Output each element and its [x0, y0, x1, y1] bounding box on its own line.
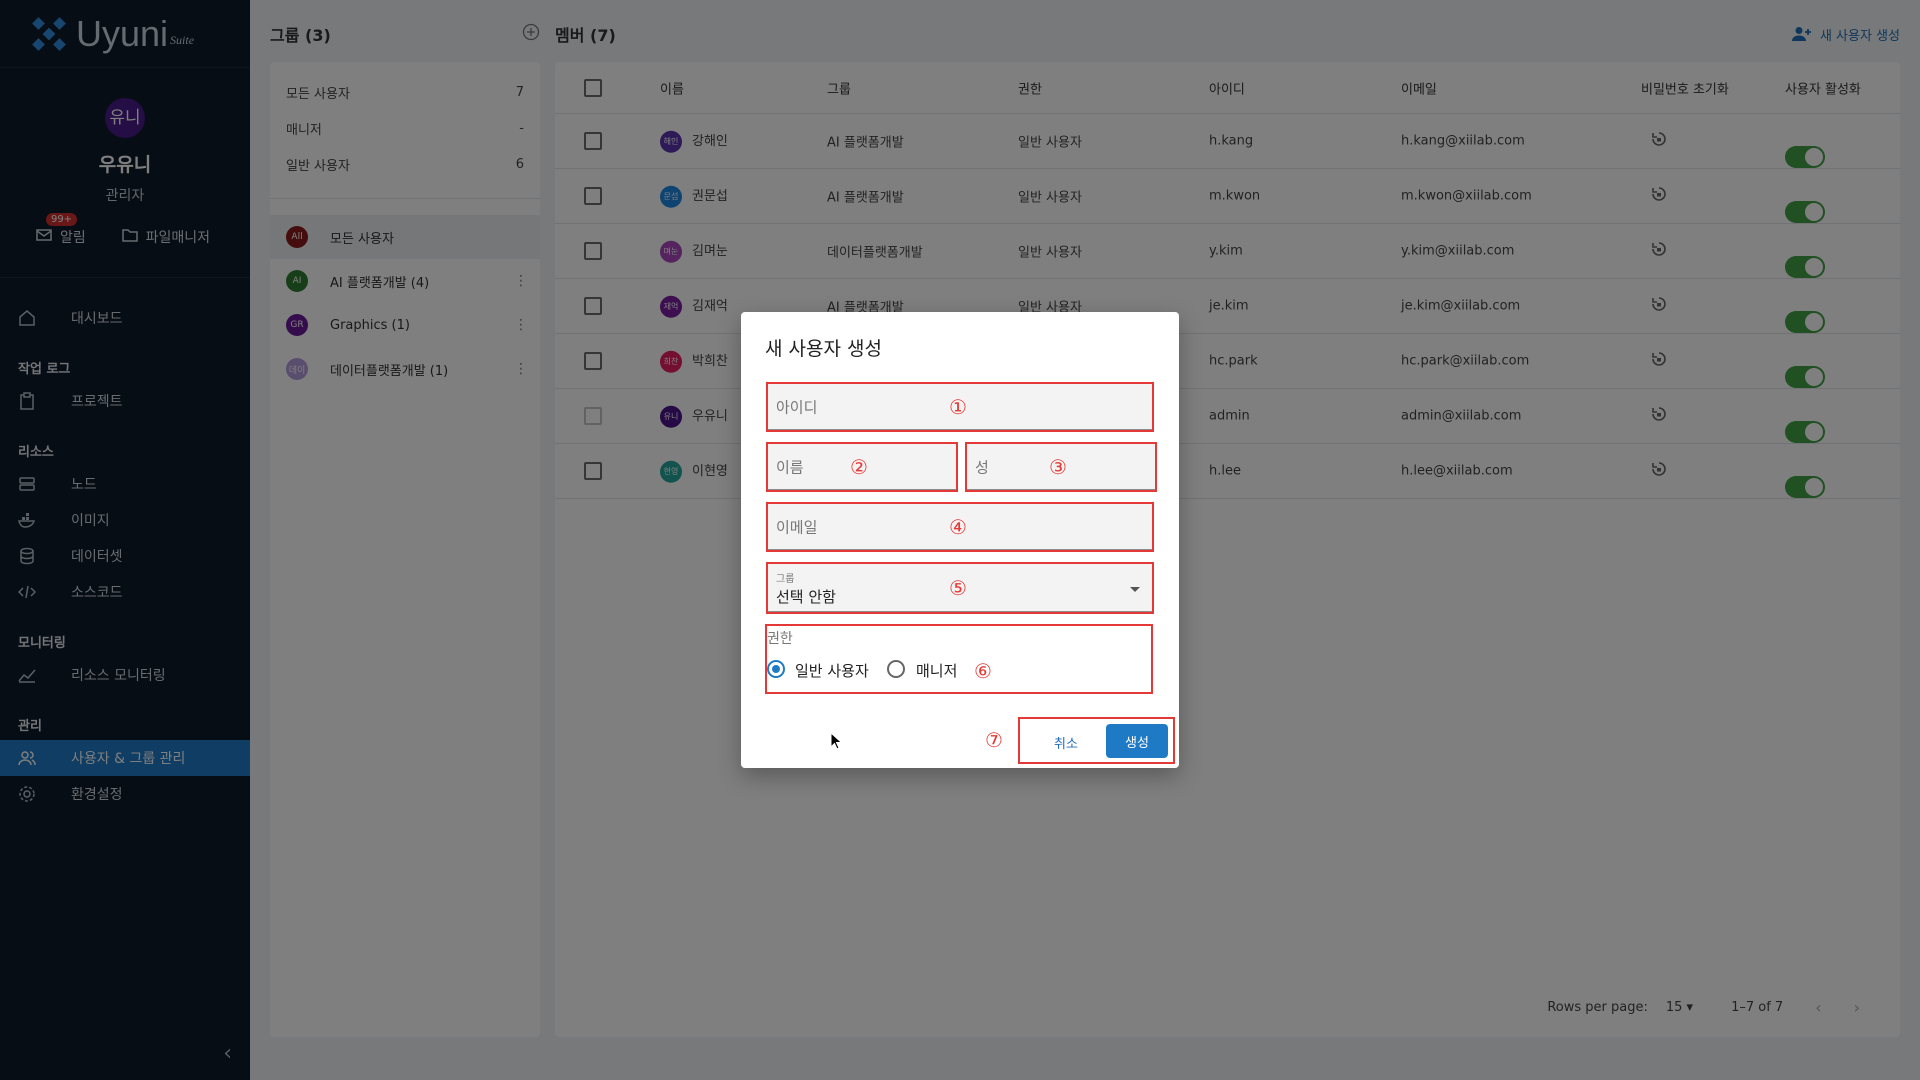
annotation-1: ① [949, 394, 967, 419]
radio-general-user-label[interactable]: 일반 사용자 [795, 660, 869, 681]
mouse-cursor-icon [830, 732, 842, 750]
annotation-2: ② [850, 454, 868, 479]
first-name-field[interactable]: 이름 ② [766, 442, 958, 492]
chevron-down-icon [1130, 587, 1140, 592]
role-radio-group: 권한 일반 사용자 매니저 ⑥ [765, 624, 1153, 694]
annotation-4: ④ [949, 514, 967, 539]
dialog-actions: 취소 생성 [1018, 717, 1175, 764]
radio-general-user[interactable] [767, 660, 785, 678]
group-select-value: 선택 안함 [776, 588, 836, 606]
create-button[interactable]: 생성 [1106, 724, 1168, 758]
annotation-7: ⑦ [985, 728, 1003, 752]
group-select[interactable]: 그룹 선택 안함 ⑤ [766, 562, 1154, 614]
annotation-6: ⑥ [974, 659, 992, 683]
cancel-button[interactable]: 취소 [1040, 725, 1092, 759]
email-placeholder: 이메일 [776, 518, 818, 536]
dialog-title: 새 사용자 생성 [765, 338, 882, 360]
id-field[interactable]: 아이디 ① [766, 382, 1154, 432]
last-name-field[interactable]: 성 ③ [965, 442, 1157, 492]
annotation-5: ⑤ [949, 575, 967, 600]
role-label: 권한 [767, 631, 793, 647]
first-name-placeholder: 이름 [776, 458, 804, 476]
radio-manager-label[interactable]: 매니저 [916, 660, 957, 681]
create-user-dialog: 새 사용자 생성 아이디 ① 이름 ② 성 ③ 이메일 ④ 그룹 선택 안함 ⑤… [741, 312, 1179, 768]
radio-manager[interactable] [887, 660, 905, 678]
email-field[interactable]: 이메일 ④ [766, 502, 1154, 552]
group-select-label: 그룹 [776, 574, 795, 585]
id-placeholder: 아이디 [776, 398, 818, 416]
annotation-3: ③ [1049, 454, 1067, 479]
last-name-placeholder: 성 [975, 458, 989, 476]
